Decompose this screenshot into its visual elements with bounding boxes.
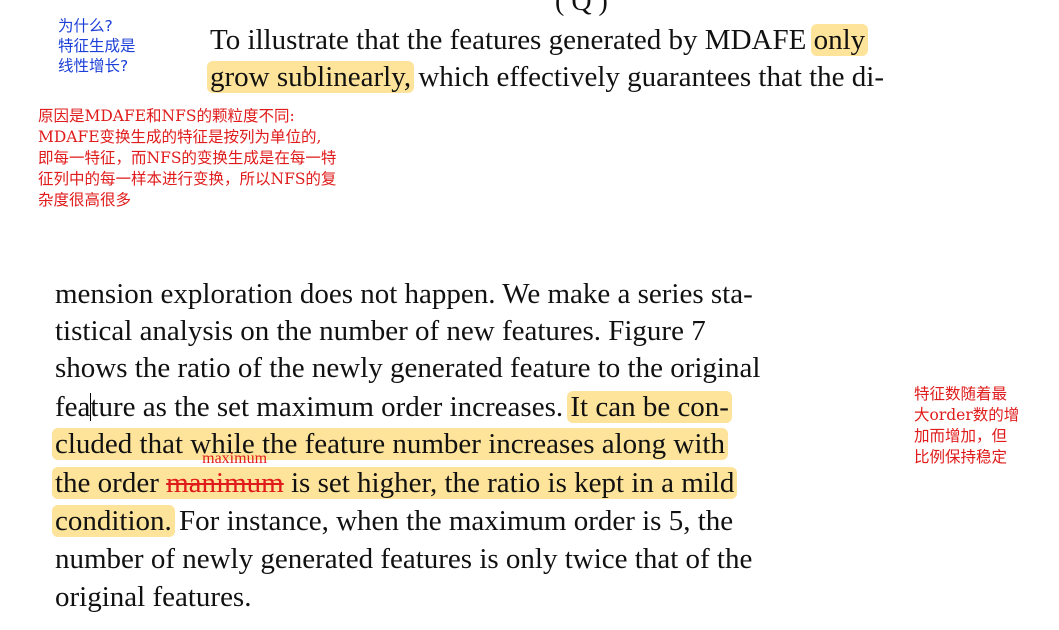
text-line[interactable]: mension exploration does not happen. We … bbox=[55, 277, 753, 311]
blue-note-line: 特征生成是 bbox=[58, 37, 136, 55]
highlight[interactable]: It can be con- bbox=[567, 391, 732, 423]
highlight[interactable]: condition. bbox=[52, 505, 175, 537]
text-line[interactable]: shows the ratio of the newly generated f… bbox=[55, 351, 760, 385]
highlight[interactable]: the order manimum maximum is set higher, … bbox=[52, 451, 738, 500]
text-run: For instance, when the maximum order is … bbox=[171, 505, 734, 537]
text-line[interactable]: number of newly generated features is on… bbox=[55, 542, 752, 576]
text-line[interactable]: tistical analysis on the number of new f… bbox=[55, 314, 706, 348]
text-run: which effectively guarantees that the di… bbox=[411, 61, 885, 93]
strikethrough-correction[interactable]: manimum maximum bbox=[166, 451, 284, 500]
red-note-line: 杂度很高很多 bbox=[38, 191, 132, 209]
red-note-line: 征列中的每一样本进行变换，所以NFS的复 bbox=[38, 170, 337, 188]
red-note-line: MDAFE变换生成的特征是按列为单位的, bbox=[38, 128, 322, 146]
highlight[interactable]: grow sublinearly, bbox=[207, 61, 415, 93]
text-line[interactable]: grow sublinearly, which effectively guar… bbox=[207, 60, 885, 94]
text-run: To illustrate that the features generate… bbox=[210, 24, 814, 56]
correction-label: maximum bbox=[202, 450, 268, 467]
right-margin-note: 特征数随着最 大order数的增 加而增加，但 比例保持稳定 bbox=[914, 384, 1054, 468]
text-run: the order bbox=[55, 467, 167, 499]
right-note-line: 比例保持稳定 bbox=[914, 448, 1008, 466]
right-note-line: 加而增加，但 bbox=[914, 427, 1008, 445]
right-note-line: 大order数的增 bbox=[914, 406, 1020, 424]
highlight[interactable]: only bbox=[810, 24, 869, 56]
red-note-line: 原因是MDAFE和NFS的颗粒度不同: bbox=[38, 107, 295, 125]
text-line[interactable]: original features. bbox=[55, 580, 251, 614]
red-margin-note: 原因是MDAFE和NFS的颗粒度不同: MDAFE变换生成的特征是按列为单位的,… bbox=[38, 106, 448, 211]
struck-word: manimum bbox=[166, 467, 284, 499]
right-note-line: 特征数随着最 bbox=[914, 385, 1008, 403]
text-line[interactable]: cluded that while the feature number inc… bbox=[52, 427, 728, 461]
blue-margin-note: 为什么? 特征生成是 线性增长? bbox=[58, 16, 168, 76]
text-run: is set higher, the ratio is kept in a mi… bbox=[283, 467, 735, 499]
highlight[interactable]: cluded that while the feature number inc… bbox=[52, 428, 728, 460]
blue-note-line: 线性增长? bbox=[58, 57, 129, 75]
text-line[interactable]: the order manimum maximum is set higher, … bbox=[52, 451, 738, 500]
text-line[interactable]: feature as the set maximum order increas… bbox=[55, 390, 732, 424]
clipped-top-text: ( Q ) bbox=[555, 0, 608, 17]
text-run: fea bbox=[55, 391, 91, 423]
text-line[interactable]: condition. For instance, when the maximu… bbox=[52, 504, 734, 538]
text-run: ture as the set maximum order increases. bbox=[90, 391, 564, 423]
red-note-line: 即每一特征，而NFS的变换生成是在每一特 bbox=[38, 149, 337, 167]
text-line[interactable]: To illustrate that the features generate… bbox=[210, 23, 869, 57]
blue-note-line: 为什么? bbox=[58, 17, 113, 35]
